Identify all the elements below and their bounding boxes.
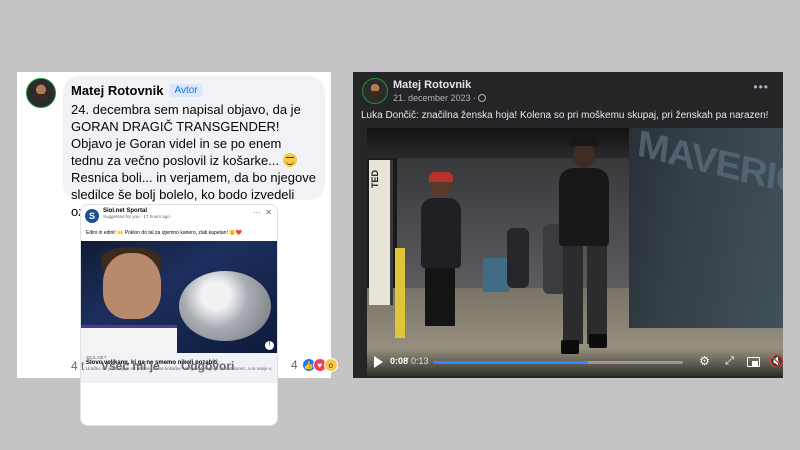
comment-text-part1: 24. decembra sem napisal objavo, da je G… xyxy=(71,102,301,168)
post-date[interactable]: 21. december 2023 · xyxy=(393,93,487,103)
shared-photo: f xyxy=(81,241,277,353)
mute-icon[interactable]: 🔇 xyxy=(769,355,783,368)
comment-avatar[interactable] xyxy=(26,78,56,108)
comment-text: 24. decembra sem napisal objavo, da je G… xyxy=(71,101,317,220)
author-badge: Avtor xyxy=(169,83,203,97)
reaction-count: 4 xyxy=(291,358,298,372)
shared-meta: Suggested for you · 17 hours ago · xyxy=(103,214,173,219)
progress-fill xyxy=(433,361,588,364)
reaction-summary[interactable]: 4 👍 ♥ o xyxy=(291,358,338,372)
expand-icon[interactable]: ⤢ xyxy=(723,355,736,368)
more-options-icon[interactable]: ••• xyxy=(753,80,769,94)
gear-icon[interactable]: ⚙ xyxy=(698,355,711,368)
poster-name[interactable]: Matej Rotovnik xyxy=(393,79,471,91)
shared-more-icon: ··· xyxy=(253,208,261,217)
play-icon[interactable] xyxy=(374,356,383,368)
facebook-icon: f xyxy=(265,341,274,350)
time-total: / 0:13 xyxy=(406,356,429,366)
picture-in-picture-icon[interactable] xyxy=(746,355,760,368)
comment-actions: 4 t Všeč mi je Odgovori 4 👍 ♥ o xyxy=(71,358,338,375)
progress-bar[interactable] xyxy=(433,361,683,364)
comment-time[interactable]: 4 t xyxy=(71,359,84,373)
comment-bubble: Matej Rotovnik Avtor 24. decembra sem na… xyxy=(63,76,325,219)
video-controls: 0:08 / 0:13 ⚙ ⤢ 🔇 xyxy=(367,348,783,376)
comment-author[interactable]: Matej Rotovnik xyxy=(71,83,163,98)
shared-text: Edini in edini! 🙌 Poklon do tal za izjem… xyxy=(86,230,242,236)
video-player[interactable]: MAVERICK TED 0:08 / 0:13 ⚙ ⤢ 🔇 xyxy=(367,128,783,376)
post-caption: Luka Dončič: značilna ženska hoja! Kolen… xyxy=(361,110,769,121)
poster-avatar[interactable] xyxy=(362,78,388,104)
comment-panel: Matej Rotovnik Avtor 24. decembra sem na… xyxy=(17,72,338,426)
video-sign-text: TED xyxy=(370,170,380,188)
wink-emoji-icon xyxy=(282,153,297,167)
wow-reaction-icon: o xyxy=(323,358,338,372)
reply-button[interactable]: Odgovori xyxy=(181,359,234,373)
like-button[interactable]: Všeč mi je xyxy=(101,359,160,373)
post-header: Matej Rotovnik 21. december 2023 · ••• xyxy=(353,72,783,112)
shared-close-icon: ✕ xyxy=(265,208,272,217)
globe-icon xyxy=(478,94,487,102)
shared-post-screenshot: S Siol.net Sportal Suggested for you · 1… xyxy=(80,204,278,426)
video-post-panel: Matej Rotovnik 21. december 2023 · ••• L… xyxy=(353,72,783,378)
siol-logo-icon: S xyxy=(85,209,99,223)
post-date-text: 21. december 2023 · xyxy=(393,93,477,103)
